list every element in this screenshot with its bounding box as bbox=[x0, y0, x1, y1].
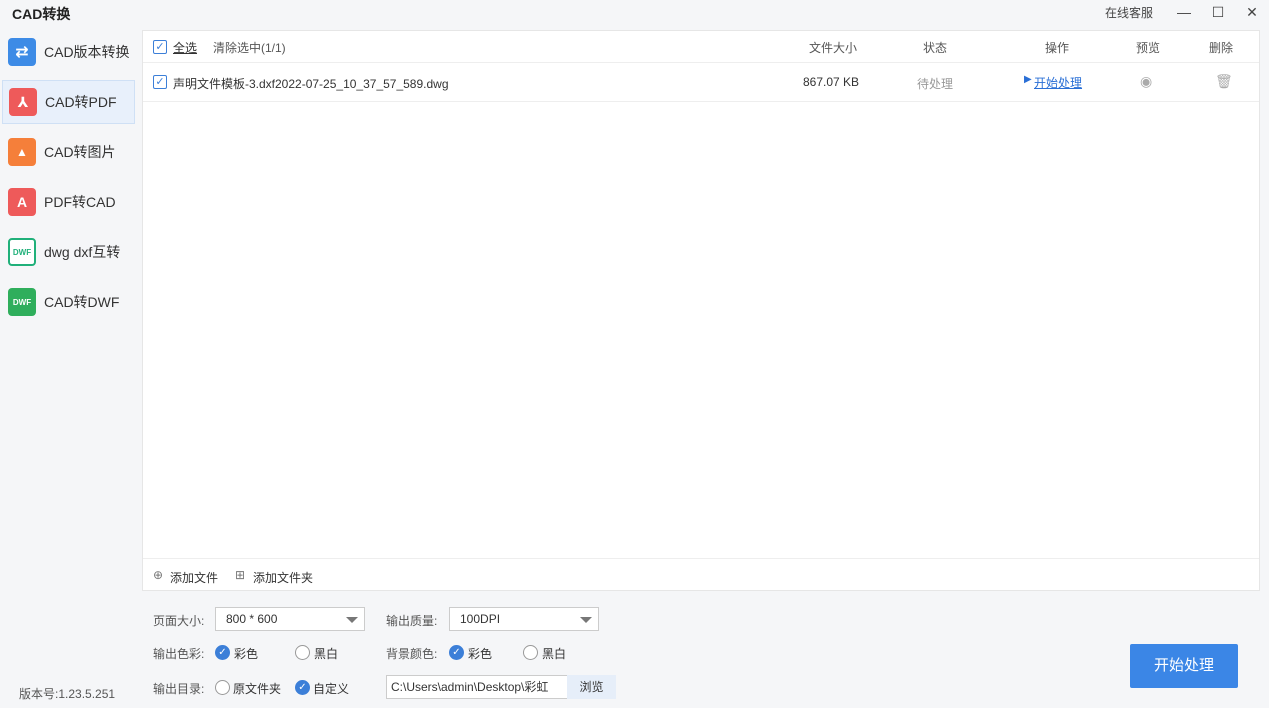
dir-custom-label: 自定义 bbox=[313, 682, 350, 696]
page-size-label: 页面大小: bbox=[153, 614, 205, 628]
browse-button[interactable]: 浏览 bbox=[567, 675, 616, 699]
column-action: 操作 bbox=[1045, 41, 1070, 55]
bg-label: 背景颜色: bbox=[386, 647, 438, 661]
quality-select[interactable]: 100DPI bbox=[449, 607, 599, 631]
add-circle-icon: ⊕ bbox=[153, 568, 164, 582]
chevron-down-icon bbox=[580, 617, 592, 623]
page-size-value: 800 * 600 bbox=[226, 612, 278, 626]
bg-bw-option-label: 黑白 bbox=[542, 647, 567, 661]
sidebar-item-label: CAD转PDF bbox=[45, 94, 117, 110]
quality-value: 100DPI bbox=[460, 612, 501, 626]
file-name: 声明文件模板-3.dxf2022-07-25_10_37_57_589.dwg bbox=[173, 77, 449, 91]
play-icon: ▶ bbox=[1024, 74, 1032, 85]
bw-option-label: 黑白 bbox=[314, 647, 339, 661]
file-status: 待处理 bbox=[917, 77, 954, 91]
window-controls: 在线客服 — ☐ ✕ bbox=[1105, 0, 1269, 24]
color-radio-color[interactable]: ✓ bbox=[215, 645, 230, 660]
add-folder-icon: ⊞ bbox=[235, 568, 246, 582]
convert-arrows-icon: ⇄ bbox=[8, 38, 36, 66]
sidebar-item-label: CAD转DWF bbox=[44, 294, 120, 310]
app-title: CAD转换 bbox=[12, 6, 71, 22]
bg-radio-bw[interactable] bbox=[523, 645, 538, 660]
clear-selection-link[interactable]: 清除选中(1/1) bbox=[213, 39, 286, 56]
trash-icon[interactable]: 🗑 bbox=[1215, 73, 1233, 90]
bg-color-option-label: 彩色 bbox=[468, 647, 493, 661]
color-option-label: 彩色 bbox=[234, 647, 259, 661]
column-delete: 删除 bbox=[1209, 41, 1234, 55]
sidebar-item-cad-to-dwf[interactable]: DWF CAD转DWF bbox=[2, 280, 135, 324]
output-path-input[interactable]: C:\Users\admin\Desktop\彩虹 bbox=[386, 675, 568, 699]
select-all-checkbox[interactable]: ✓ bbox=[153, 40, 167, 54]
dir-original-label: 原文件夹 bbox=[233, 682, 282, 696]
dwf-icon: DWF bbox=[8, 288, 36, 316]
color-radio-bw[interactable] bbox=[295, 645, 310, 660]
column-status: 状态 bbox=[923, 41, 948, 55]
sidebar-item-label: CAD转图片 bbox=[44, 144, 116, 160]
column-size: 文件大小 bbox=[809, 41, 858, 55]
eye-icon[interactable]: ◉ bbox=[1140, 73, 1152, 90]
quality-label: 输出质量: bbox=[386, 614, 438, 628]
file-list-panel: ✓ 全选 清除选中(1/1) 文件大小 状态 操作 预览 删除 ✓ 声明文件模板… bbox=[142, 30, 1260, 591]
bg-radio-color[interactable]: ✓ bbox=[449, 645, 464, 660]
image-icon: ▲ bbox=[8, 138, 36, 166]
dir-radio-original[interactable] bbox=[215, 680, 230, 695]
color-label: 输出色彩: bbox=[153, 647, 205, 661]
start-process-button[interactable]: 开始处理 bbox=[1130, 644, 1238, 688]
table-row: ✓ 声明文件模板-3.dxf2022-07-25_10_37_57_589.dw… bbox=[143, 63, 1259, 102]
add-file-button[interactable]: 添加文件 bbox=[170, 569, 218, 586]
sidebar-item-cad-to-image[interactable]: ▲ CAD转图片 bbox=[2, 130, 135, 174]
column-preview: 预览 bbox=[1136, 41, 1161, 55]
maximize-button[interactable]: ☐ bbox=[1201, 0, 1235, 24]
list-footer: ⊕ 添加文件 ⊞ 添加文件夹 bbox=[143, 558, 1259, 591]
dir-label: 输出目录: bbox=[153, 682, 205, 696]
chevron-down-icon bbox=[346, 617, 358, 623]
sidebar-item-dwg-dxf[interactable]: DWF dwg dxf互转 bbox=[2, 230, 135, 274]
pdf-icon: ⅄ bbox=[9, 88, 37, 116]
row-checkbox[interactable]: ✓ bbox=[153, 75, 167, 89]
file-size: 867.07 KB bbox=[803, 75, 860, 89]
add-folder-button[interactable]: 添加文件夹 bbox=[253, 569, 313, 586]
version-label: 版本号:1.23.5.251 bbox=[19, 687, 116, 701]
dir-radio-custom[interactable]: ✓ bbox=[295, 680, 310, 695]
sidebar-item-cad-to-pdf[interactable]: ⅄ CAD转PDF bbox=[2, 80, 135, 124]
list-header: ✓ 全选 清除选中(1/1) 文件大小 状态 操作 预览 删除 bbox=[143, 31, 1259, 63]
dwf-swap-icon: DWF bbox=[8, 238, 36, 266]
online-service-link[interactable]: 在线客服 bbox=[1105, 4, 1153, 21]
cad-a-icon: A bbox=[8, 188, 36, 216]
sidebar-item-label: CAD版本转换 bbox=[44, 44, 130, 60]
select-all-link[interactable]: 全选 bbox=[173, 39, 197, 56]
sidebar-item-pdf-to-cad[interactable]: A PDF转CAD bbox=[2, 180, 135, 224]
page-size-select[interactable]: 800 * 600 bbox=[215, 607, 365, 631]
sidebar-item-label: dwg dxf互转 bbox=[44, 244, 121, 260]
minimize-button[interactable]: — bbox=[1167, 0, 1201, 24]
start-row-link[interactable]: 开始处理 bbox=[1034, 74, 1082, 91]
sidebar-item-version-convert[interactable]: ⇄ CAD版本转换 bbox=[2, 30, 135, 74]
sidebar-item-label: PDF转CAD bbox=[44, 194, 116, 210]
close-button[interactable]: ✕ bbox=[1235, 0, 1269, 24]
